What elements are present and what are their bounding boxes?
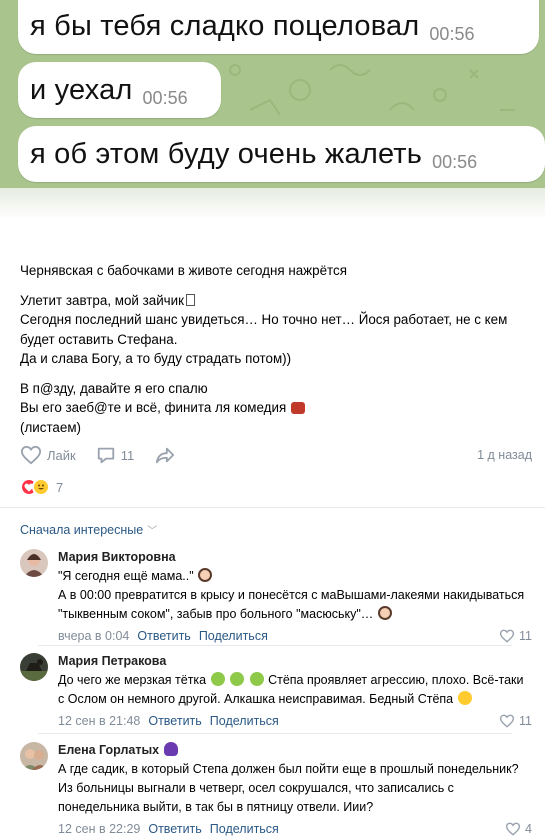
post-line: (листаем) bbox=[20, 419, 81, 435]
comment-date[interactable]: 12 сен в 22:29 bbox=[58, 822, 140, 836]
comment-author[interactable]: Мария Викторовна bbox=[58, 549, 532, 565]
share-comment-button[interactable]: Поделиться bbox=[199, 629, 268, 643]
post-line: Вы его заеб@те и всё, финита ля комедия bbox=[20, 400, 287, 415]
chat-message-bubble: я бы тебя сладко поцеловал 00:56 bbox=[18, 0, 539, 54]
heart-outline-icon bbox=[20, 445, 42, 465]
post-time: 1 д назад bbox=[477, 448, 532, 462]
share-arrow-icon bbox=[156, 447, 175, 464]
comment-meta: вчера в 0:04 Ответить Поделиться 11 bbox=[58, 627, 532, 644]
reactions-count: 7 bbox=[56, 479, 64, 495]
chevron-down-icon: ﹀ bbox=[147, 526, 158, 537]
woman-facepalm-icon bbox=[377, 606, 392, 620]
comment: Елена Горлатых А где садик, в который Ст… bbox=[20, 742, 532, 837]
post-line: Чернявская с бабочками в животе сегодня … bbox=[20, 263, 347, 278]
avatar[interactable] bbox=[20, 653, 48, 681]
comments-sort-dropdown[interactable]: Сначала интересные ﹀ bbox=[20, 522, 158, 538]
comment-text: "Я сегодня ещё мама.." А в 00:00 преврат… bbox=[58, 567, 532, 624]
chat-message-text: я бы тебя сладко поцеловал bbox=[30, 9, 420, 42]
comment-like-button[interactable]: 11 bbox=[499, 714, 532, 728]
comment-text: А где садик, в который Степа должен был … bbox=[58, 762, 519, 814]
post-line: Да и слава Богу, а то буду страдать пото… bbox=[20, 351, 292, 366]
post-paragraph: Улетит завтра, мой зайчик Сегодня послед… bbox=[20, 291, 532, 369]
comment-text-part: А в 00:00 превратится в крысу и понесётс… bbox=[58, 588, 525, 621]
comment-text-part: До чего же мерзкая тётка bbox=[58, 673, 207, 687]
comments-button[interactable]: 11 bbox=[96, 445, 135, 465]
reply-button[interactable]: Ответить bbox=[148, 714, 201, 728]
post-line: Улетит завтра, мой зайчик bbox=[20, 292, 185, 308]
divider bbox=[0, 507, 545, 508]
comment-date[interactable]: 12 сен в 21:48 bbox=[58, 714, 140, 728]
comment-like-count: 11 bbox=[519, 628, 532, 643]
post-line: В п@зду, давайте я его спалю bbox=[20, 380, 208, 396]
heart-outline-icon bbox=[499, 714, 515, 728]
comment-like-count: 11 bbox=[519, 713, 532, 728]
like-button[interactable]: Лайк bbox=[20, 445, 76, 465]
like-label: Лайк bbox=[47, 447, 76, 463]
pirate-emoji-icon bbox=[163, 742, 178, 756]
chat-message-text: и уехал bbox=[30, 73, 133, 106]
comment-icon bbox=[97, 447, 114, 464]
post-paragraph: В п@зду, давайте я его спалю Вы его заеб… bbox=[20, 379, 532, 438]
avatar[interactable] bbox=[20, 742, 48, 770]
post-paragraph: Чернявская с бабочками в животе сегодня … bbox=[20, 261, 532, 281]
comment-author[interactable]: Елена Горлатых bbox=[58, 742, 532, 758]
nauseated-face-icon bbox=[210, 672, 225, 686]
woman-facepalm-icon bbox=[198, 568, 213, 582]
theater-masks-icon bbox=[290, 402, 305, 414]
chat-message-text: я об этом буду очень жалеть bbox=[30, 137, 423, 170]
comment-author-name: Елена Горлатых bbox=[58, 743, 160, 757]
comment-text: До чего же мерзкая тётка Стёпа проявляет… bbox=[58, 671, 532, 709]
comment-meta: 12 сен в 21:48 Ответить Поделиться 11 bbox=[58, 712, 532, 729]
comments-count: 11 bbox=[120, 447, 135, 463]
laugh-reaction-icon bbox=[32, 478, 50, 496]
comment-divider bbox=[38, 645, 512, 646]
share-comment-button[interactable]: Поделиться bbox=[210, 714, 279, 728]
post-actions: Лайк 11 1 д назад bbox=[20, 443, 532, 467]
comment-like-button[interactable]: 11 bbox=[499, 629, 532, 643]
chat-message-time: 00:56 bbox=[432, 151, 478, 172]
chat-message-time: 00:56 bbox=[429, 23, 475, 44]
heart-outline-icon bbox=[505, 822, 521, 836]
missing-glyph-icon bbox=[186, 293, 196, 306]
heart-outline-icon bbox=[499, 629, 515, 643]
nauseated-face-icon bbox=[249, 672, 264, 686]
share-button[interactable] bbox=[154, 445, 181, 465]
comment-date[interactable]: вчера в 0:04 bbox=[58, 629, 129, 643]
post-text: Чернявская с бабочками в животе сегодня … bbox=[20, 261, 532, 447]
comment-like-count: 4 bbox=[525, 821, 532, 836]
comment-meta: 12 сен в 22:29 Ответить Поделиться 4 bbox=[58, 820, 532, 837]
chat-message-time: 00:56 bbox=[142, 87, 188, 108]
image-fade bbox=[0, 188, 545, 240]
sad-sweat-face-icon bbox=[457, 691, 472, 705]
comment-author[interactable]: Мария Петракова bbox=[58, 653, 532, 669]
nauseated-face-icon bbox=[230, 672, 245, 686]
share-comment-button[interactable]: Поделиться bbox=[210, 822, 279, 836]
chat-screenshot: я бы тебя сладко поцеловал 00:56 и уехал… bbox=[0, 0, 545, 192]
reply-button[interactable]: Ответить bbox=[148, 822, 201, 836]
sort-label: Сначала интересные bbox=[20, 522, 144, 537]
comment-like-button[interactable]: 4 bbox=[505, 822, 532, 836]
reactions-summary[interactable]: 7 bbox=[20, 478, 63, 496]
reply-button[interactable]: Ответить bbox=[137, 629, 190, 643]
avatar[interactable] bbox=[20, 549, 48, 577]
post-line: Сегодня последний шанс увидеться… Но точ… bbox=[20, 312, 508, 347]
chat-message-bubble: я об этом буду очень жалеть 00:56 bbox=[18, 126, 545, 182]
comment-text-part: "Я сегодня ещё мама.." bbox=[58, 569, 194, 583]
comment: Мария Викторовна "Я сегодня ещё мама.." … bbox=[20, 549, 532, 644]
comment: Мария Петракова До чего же мерзкая тётка… bbox=[20, 653, 532, 729]
comment-divider bbox=[38, 733, 512, 734]
chat-message-bubble: и уехал 00:56 bbox=[18, 62, 221, 118]
